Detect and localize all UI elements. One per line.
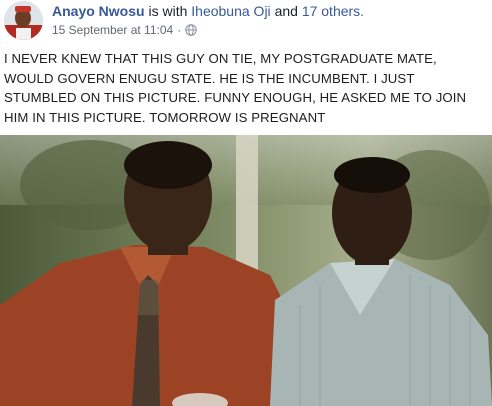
- post-title-line: Anayo Nwosu is with Iheobuna Oji and 17 …: [52, 3, 364, 20]
- meta-separator: ·: [177, 23, 182, 37]
- post-header: Anayo Nwosu is with Iheobuna Oji and 17 …: [0, 0, 492, 44]
- globe-icon[interactable]: [185, 24, 197, 40]
- post-meta: 15 September at 11:04 ·: [52, 23, 197, 40]
- post-photo[interactable]: [0, 135, 492, 406]
- post-text: I NEVER KNEW THAT THIS GUY ON TIE, MY PO…: [4, 51, 467, 125]
- tagged-person-link[interactable]: Iheobuna Oji: [191, 3, 270, 19]
- author-avatar[interactable]: [4, 1, 43, 40]
- avatar-image: [4, 1, 43, 40]
- with-text: is with: [148, 3, 188, 19]
- author-name-link[interactable]: Anayo Nwosu: [52, 3, 145, 19]
- tagged-others-link[interactable]: 17 others.: [302, 3, 364, 19]
- connector-text: and: [274, 3, 298, 19]
- photo-image: [0, 135, 492, 406]
- post-timestamp[interactable]: 15 September at 11:04: [52, 23, 173, 37]
